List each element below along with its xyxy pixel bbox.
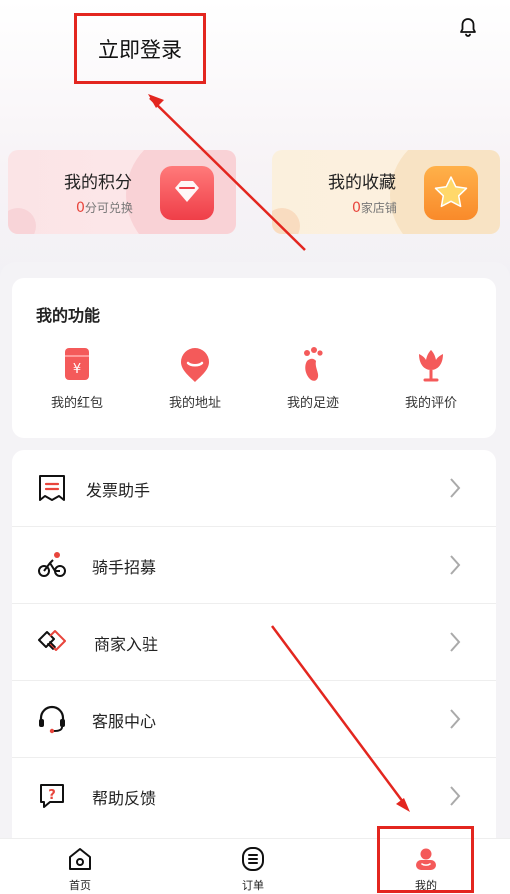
favorites-card[interactable]: 我的收藏 0家店铺: [272, 150, 500, 234]
menu-label: 帮助反馈: [92, 789, 157, 808]
points-suffix: 分可兑换: [84, 201, 133, 215]
menu-list: 发票助手 骑手招募 商家入驻 客服中心 ? 帮助反馈: [12, 450, 496, 850]
points-subtitle: 0分可兑换: [76, 199, 133, 216]
tab-home[interactable]: 首页: [50, 845, 110, 893]
function-item-review[interactable]: 我的评价: [386, 344, 476, 411]
function-label: 我的红包: [50, 396, 103, 411]
tab-label: 订单: [242, 879, 264, 892]
points-title: 我的积分: [64, 173, 132, 193]
menu-item-merchant[interactable]: 商家入驻: [12, 604, 496, 681]
chevron-right-icon: [450, 478, 461, 498]
menu-label: 客服中心: [92, 712, 157, 731]
tulip-icon: [419, 350, 443, 382]
help-icon: ?: [40, 784, 64, 808]
star-icon: [424, 166, 478, 220]
location-icon: [181, 348, 209, 382]
function-label: 我的足迹: [286, 396, 339, 411]
chevron-right-icon: [450, 555, 461, 575]
menu-label: 骑手招募: [92, 558, 157, 577]
bicycle-icon: [38, 552, 66, 577]
chevron-right-icon: [450, 709, 461, 729]
home-icon: [69, 848, 91, 870]
function-item-red-envelope[interactable]: ¥ 我的红包: [32, 344, 122, 411]
points-card[interactable]: 我的积分 0分可兑换: [8, 150, 236, 234]
function-item-footprint[interactable]: 我的足迹: [268, 344, 358, 411]
tab-orders[interactable]: 订单: [223, 845, 283, 893]
svg-text:?: ?: [48, 788, 56, 803]
chevron-right-icon: [450, 632, 461, 652]
handshake-icon: [38, 630, 66, 651]
bell-icon[interactable]: [456, 16, 480, 40]
menu-label: 发票助手: [86, 481, 151, 500]
function-item-address[interactable]: 我的地址: [150, 344, 240, 411]
order-icon: [242, 847, 264, 871]
menu-item-help[interactable]: ? 帮助反馈: [12, 758, 496, 835]
invoice-icon: [39, 475, 65, 501]
gem-icon: [160, 166, 214, 220]
points-count: 0: [76, 200, 85, 216]
favorites-title: 我的收藏: [328, 173, 396, 193]
menu-item-rider[interactable]: 骑手招募: [12, 527, 496, 604]
favorites-subtitle: 0家店铺: [352, 199, 397, 216]
login-label: 立即登录: [98, 37, 182, 62]
tab-label: 首页: [69, 879, 91, 892]
footprint-icon: [304, 347, 323, 381]
headset-icon: [39, 705, 65, 734]
menu-item-service[interactable]: 客服中心: [12, 681, 496, 758]
function-label: 我的评价: [404, 396, 457, 411]
favorites-count: 0: [352, 200, 361, 216]
chevron-right-icon: [450, 786, 461, 806]
favorites-suffix: 家店铺: [360, 201, 397, 215]
menu-item-invoice[interactable]: 发票助手: [12, 450, 496, 527]
login-button[interactable]: 立即登录: [74, 13, 206, 84]
menu-label: 商家入驻: [94, 635, 159, 654]
red-envelope-icon: ¥: [65, 348, 89, 380]
function-label: 我的地址: [168, 396, 221, 411]
annotation-highlight-me: [377, 826, 474, 893]
functions-card: 我的功能 ¥ 我的红包 我的地址 我的足迹 我的评价: [12, 278, 496, 438]
functions-title: 我的功能: [36, 306, 101, 325]
svg-text:¥: ¥: [73, 362, 81, 377]
